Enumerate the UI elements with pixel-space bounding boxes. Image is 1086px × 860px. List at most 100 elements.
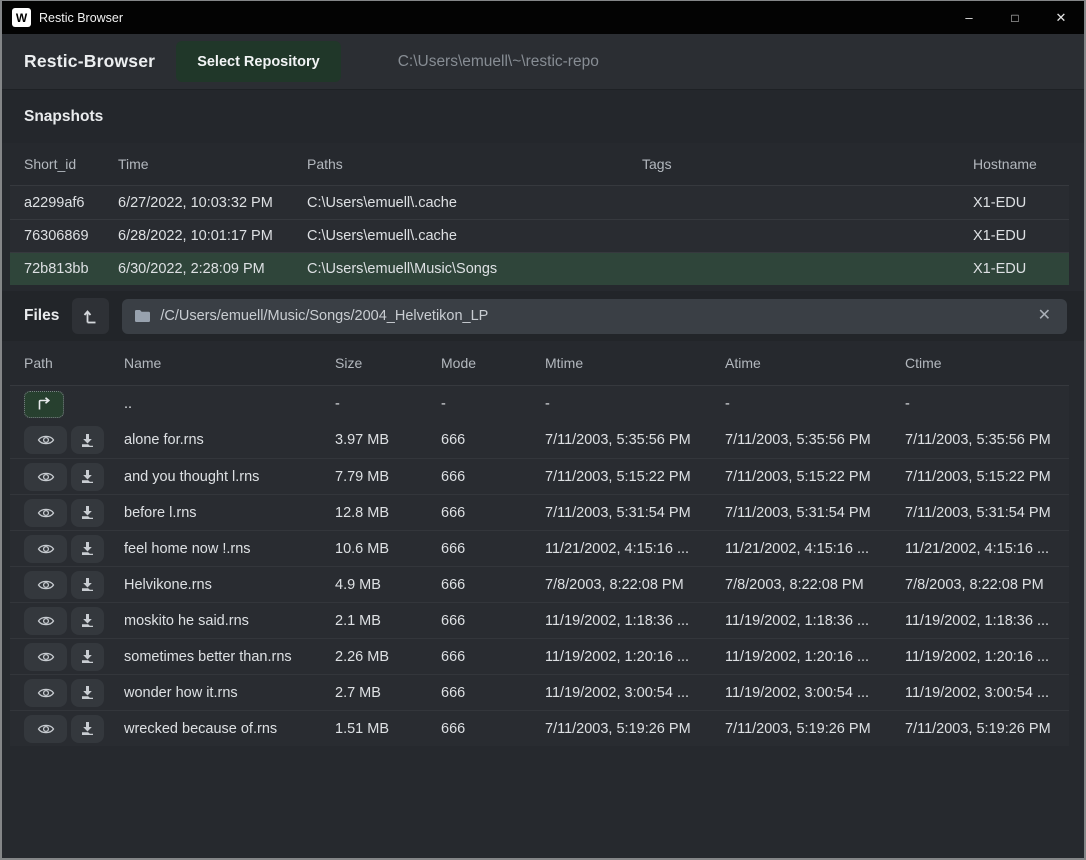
col-path: Path: [24, 355, 124, 371]
close-button[interactable]: ✕: [1038, 1, 1084, 34]
eye-icon: [37, 578, 55, 592]
close-icon: ✕: [1038, 307, 1051, 324]
files-title: Files: [24, 307, 59, 325]
snapshot-row[interactable]: 76306869 6/28/2022, 10:01:17 PM C:\Users…: [10, 219, 1069, 252]
parent-directory-row[interactable]: .. - - - - -: [10, 386, 1069, 422]
preview-file-button[interactable]: [24, 643, 67, 671]
eye-icon: [37, 722, 55, 736]
preview-file-button[interactable]: [24, 679, 67, 707]
download-icon: [80, 505, 95, 520]
col-size: Size: [335, 355, 441, 371]
maximize-button[interactable]: □: [992, 1, 1038, 34]
download-file-button[interactable]: [71, 463, 104, 491]
snapshot-row[interactable]: 72b813bb 6/30/2022, 2:28:09 PM C:\Users\…: [10, 252, 1069, 285]
download-file-button[interactable]: [71, 607, 104, 635]
col-mode: Mode: [441, 355, 545, 371]
file-ctime: 7/11/2003, 5:31:54 PM: [905, 505, 1069, 521]
file-mode: 666: [441, 649, 545, 665]
go-to-parent-button[interactable]: [24, 391, 64, 418]
file-mode: 666: [441, 685, 545, 701]
preview-file-button[interactable]: [24, 463, 67, 491]
download-file-button[interactable]: [71, 715, 104, 743]
col-hostname: Hostname: [973, 156, 1069, 172]
file-size: 10.6 MB: [335, 541, 441, 557]
col-paths: Paths: [307, 156, 642, 172]
file-row[interactable]: feel home now !.rns 10.6 MB 666 11/21/20…: [10, 530, 1069, 566]
snapshot-hostname: X1-EDU: [973, 195, 1069, 211]
file-row[interactable]: Helvikone.rns 4.9 MB 666 7/8/2003, 8:22:…: [10, 566, 1069, 602]
snapshots-table: a2299af6 6/27/2022, 10:03:32 PM C:\Users…: [2, 186, 1084, 285]
file-ctime: 7/11/2003, 5:35:56 PM: [905, 432, 1069, 448]
download-file-button[interactable]: [71, 499, 104, 527]
go-up-level-button[interactable]: [72, 298, 109, 334]
file-name: and you thought l.rns: [124, 469, 335, 485]
select-repository-button[interactable]: Select Repository: [176, 41, 341, 82]
file-row[interactable]: sometimes better than.rns 2.26 MB 666 11…: [10, 638, 1069, 674]
snapshot-hostname: X1-EDU: [973, 261, 1069, 277]
clear-path-button[interactable]: ✕: [1032, 306, 1057, 326]
file-name: Helvikone.rns: [124, 577, 335, 593]
file-atime: 7/11/2003, 5:15:22 PM: [725, 469, 905, 485]
snapshot-hostname: X1-EDU: [973, 228, 1069, 244]
file-row[interactable]: alone for.rns 3.97 MB 666 7/11/2003, 5:3…: [10, 422, 1069, 458]
download-file-button[interactable]: [71, 571, 104, 599]
file-mtime: 7/8/2003, 8:22:08 PM: [545, 577, 725, 593]
snapshot-short-id: 72b813bb: [24, 261, 118, 277]
file-atime: 7/11/2003, 5:31:54 PM: [725, 505, 905, 521]
file-mode: 666: [441, 469, 545, 485]
wails-app-icon: W: [12, 8, 31, 27]
up-level-icon: [82, 308, 99, 325]
file-mode: -: [441, 396, 545, 412]
file-ctime: 7/11/2003, 5:15:22 PM: [905, 469, 1069, 485]
download-icon: [80, 613, 95, 628]
file-atime: -: [725, 396, 905, 412]
path-input[interactable]: [160, 308, 1022, 324]
file-row[interactable]: wonder how it.rns 2.7 MB 666 11/19/2002,…: [10, 674, 1069, 710]
file-atime: 11/19/2002, 1:20:16 ...: [725, 649, 905, 665]
preview-file-button[interactable]: [24, 426, 67, 454]
minimize-button[interactable]: –: [946, 1, 992, 34]
snapshot-row[interactable]: a2299af6 6/27/2022, 10:03:32 PM C:\Users…: [10, 186, 1069, 219]
file-name: sometimes better than.rns: [124, 649, 335, 665]
titlebar: W Restic Browser – □ ✕: [2, 1, 1084, 34]
download-file-button[interactable]: [71, 426, 104, 454]
preview-file-button[interactable]: [24, 715, 67, 743]
files-table: .. - - - - -: [2, 386, 1084, 746]
snapshot-paths: C:\Users\emuell\.cache: [307, 228, 642, 244]
file-row[interactable]: and you thought l.rns 7.79 MB 666 7/11/2…: [10, 458, 1069, 494]
file-name: alone for.rns: [124, 432, 335, 448]
snapshots-title: Snapshots: [24, 108, 103, 126]
preview-file-button[interactable]: [24, 607, 67, 635]
file-ctime: -: [905, 396, 1069, 412]
col-ctime: Ctime: [905, 355, 1069, 371]
preview-file-button[interactable]: [24, 535, 67, 563]
file-mode: 666: [441, 577, 545, 593]
preview-file-button[interactable]: [24, 499, 67, 527]
download-icon: [80, 649, 95, 664]
file-row[interactable]: wrecked because of.rns 1.51 MB 666 7/11/…: [10, 710, 1069, 746]
download-file-button[interactable]: [71, 535, 104, 563]
download-icon: [80, 541, 95, 556]
file-mtime: -: [545, 396, 725, 412]
file-name: ..: [124, 396, 335, 412]
file-mtime: 7/11/2003, 5:31:54 PM: [545, 505, 725, 521]
download-file-button[interactable]: [71, 679, 104, 707]
file-size: 2.26 MB: [335, 649, 441, 665]
file-atime: 7/11/2003, 5:35:56 PM: [725, 432, 905, 448]
file-mtime: 11/19/2002, 3:00:54 ...: [545, 685, 725, 701]
file-mtime: 7/11/2003, 5:15:22 PM: [545, 469, 725, 485]
file-name: wonder how it.rns: [124, 685, 335, 701]
file-mode: 666: [441, 613, 545, 629]
preview-file-button[interactable]: [24, 571, 67, 599]
snapshots-column-headers: Short_id Time Paths Tags Hostname: [10, 143, 1069, 186]
file-mtime: 7/11/2003, 5:19:26 PM: [545, 721, 725, 737]
file-row[interactable]: moskito he said.rns 2.1 MB 666 11/19/200…: [10, 602, 1069, 638]
file-name: wrecked because of.rns: [124, 721, 335, 737]
file-name: before l.rns: [124, 505, 335, 521]
file-atime: 11/19/2002, 3:00:54 ...: [725, 685, 905, 701]
file-size: 7.79 MB: [335, 469, 441, 485]
file-row[interactable]: before l.rns 12.8 MB 666 7/11/2003, 5:31…: [10, 494, 1069, 530]
snapshot-short-id: a2299af6: [24, 195, 118, 211]
file-name: moskito he said.rns: [124, 613, 335, 629]
download-file-button[interactable]: [71, 643, 104, 671]
